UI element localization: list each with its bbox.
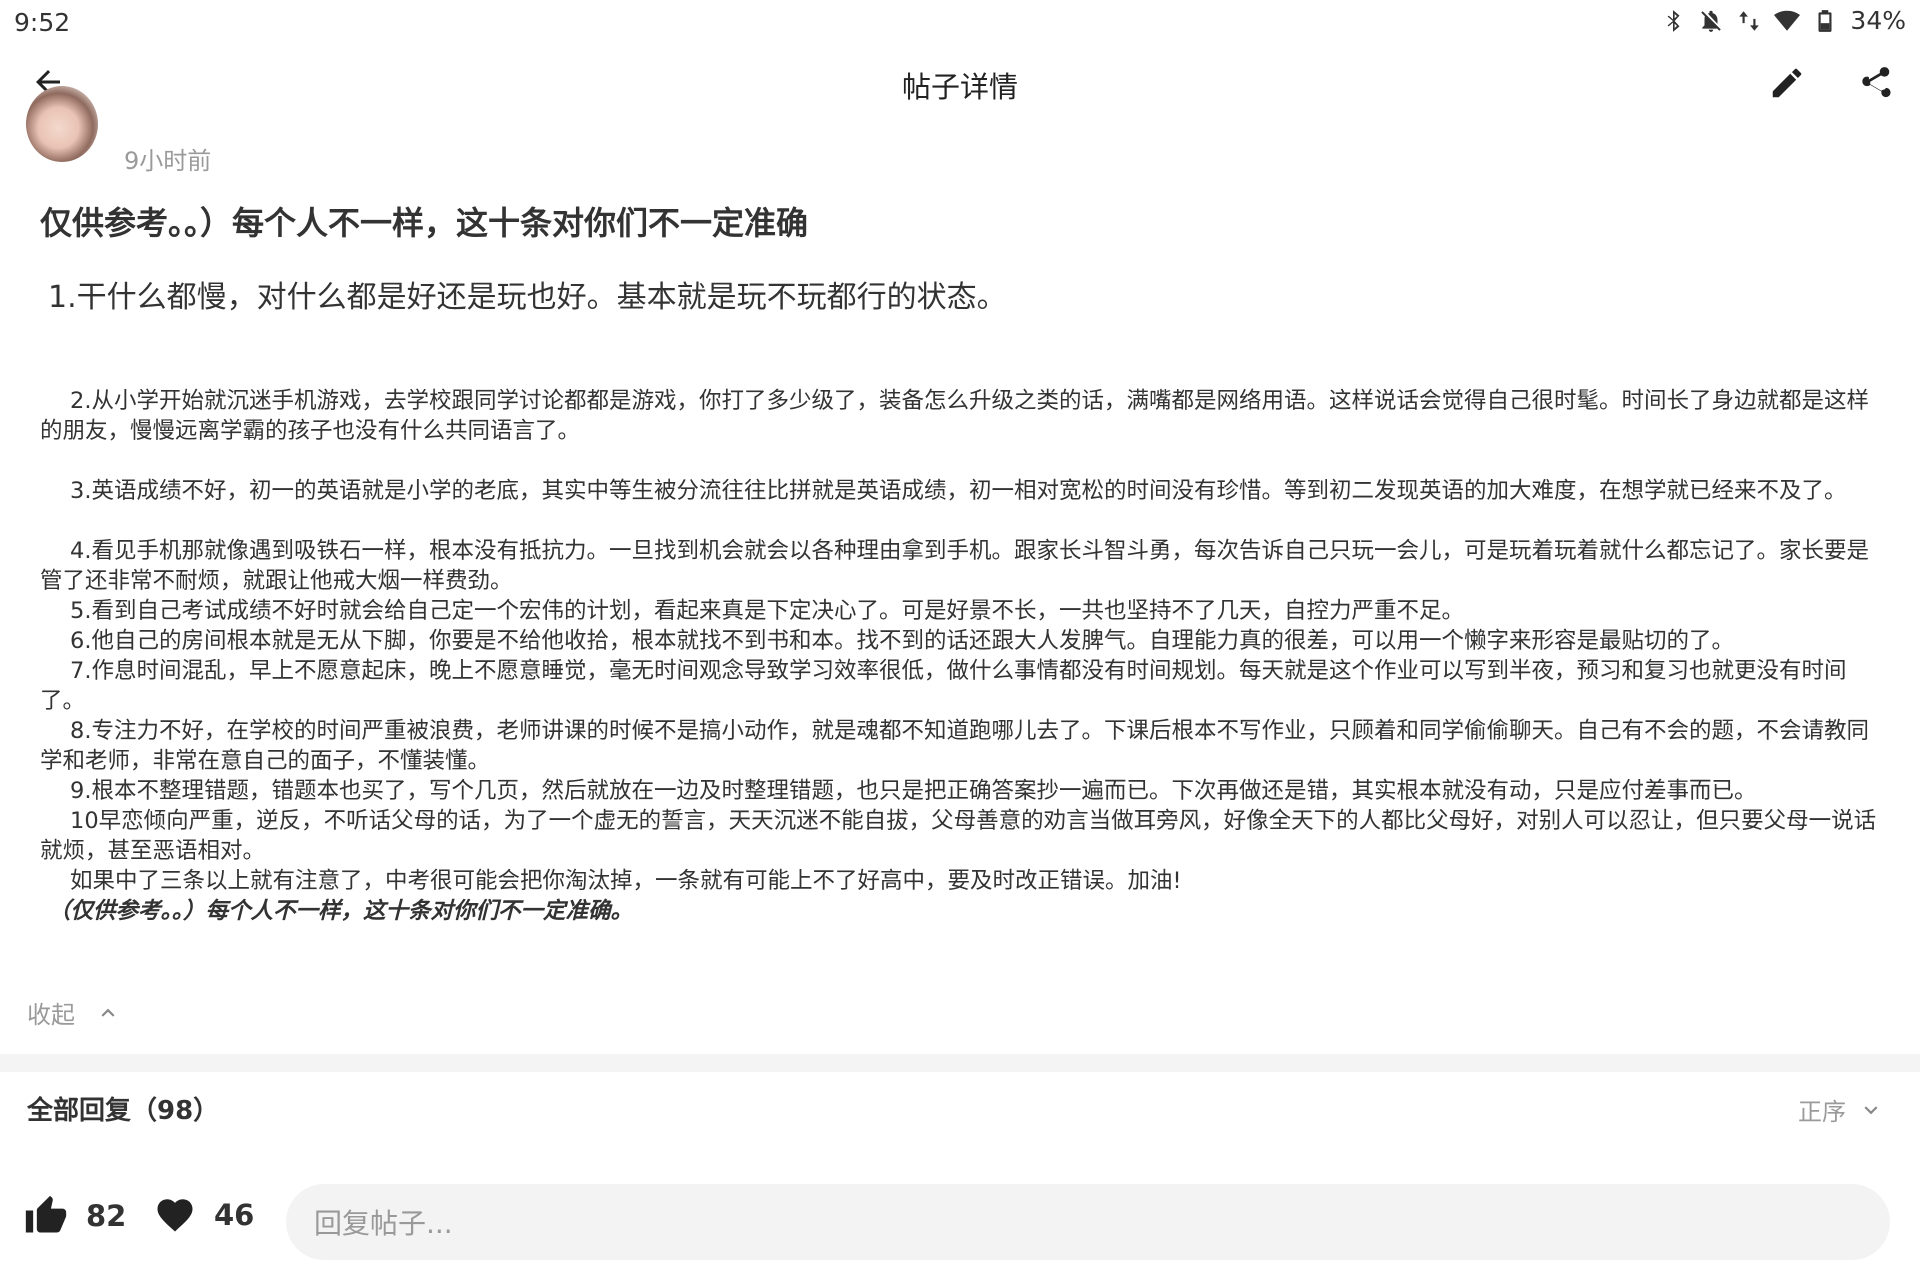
share-button[interactable] xyxy=(1852,60,1898,106)
pencil-icon xyxy=(1772,68,1802,98)
like-count: 82 xyxy=(86,1199,127,1233)
post-closing: （仅供参考。。）每个人不一样，这十条对你们不一定准确。 xyxy=(48,898,634,924)
status-bar: 9:52 34% xyxy=(0,0,1920,44)
chevron-down-icon xyxy=(1864,1105,1878,1114)
post-content: 仅供参考。。）每个人不一样，这十条对你们不一定准确 1.干什么都慢，对什么都是好… xyxy=(40,200,1890,926)
favorite-count: 46 xyxy=(214,1198,255,1232)
post-paragraph: 5.看到自己考试成绩不好时就会给自己定一个宏伟的计划，看起来真是下定决心了。可是… xyxy=(70,598,1464,624)
avatar[interactable] xyxy=(26,86,98,162)
post-time: 9小时前 xyxy=(124,147,212,175)
like-button[interactable]: 82 xyxy=(24,1194,126,1238)
status-time: 9:52 xyxy=(14,8,71,37)
post-paragraph: 3.英语成绩不好，初一的英语就是小学的老底，其实中等生被分流往往比拼就是英语成绩… xyxy=(70,478,1847,504)
post-paragraph: 6.他自己的房间根本就是无从下脚，你要是不给他收拾，根本就找不到书和本。找不到的… xyxy=(70,628,1734,654)
post-paragraph: 8.专注力不好，在学校的时间严重被浪费，老师讲课的时候不是搞小动作，就是魂都不知… xyxy=(40,718,1869,774)
post-paragraph: 如果中了三条以上就有注意了，中考很可能会把你淘汰掉，一条就有可能上不了好高中，要… xyxy=(70,868,1182,894)
post-paragraph: 2.从小学开始就沉迷手机游戏，去学校跟同学讨论都都是游戏，你打了多少级了，装备怎… xyxy=(40,388,1869,444)
post-paragraph: 7.作息时间混乱，早上不愿意起床，晚上不愿意睡觉，毫无时间观念导致学习效率很低，… xyxy=(40,658,1847,714)
reply-input[interactable]: 回复帖子... xyxy=(286,1184,1890,1260)
page-title: 帖子详情 xyxy=(901,70,1018,104)
data-arrows-icon xyxy=(1739,10,1760,31)
favorite-button[interactable]: 46 xyxy=(154,1194,254,1236)
collapse-label: 收起 xyxy=(27,1001,75,1029)
wifi-icon xyxy=(1774,10,1801,31)
replies-header: 全部回复（98） xyxy=(27,1096,220,1126)
heart-icon xyxy=(157,1199,193,1232)
post-paragraph: 9.根本不整理错题，错题本也买了，写个几页，然后就放在一边及时整理错题，也只是把… xyxy=(70,778,1757,804)
bottom-bar: 82 46 回复帖子... xyxy=(0,1170,1920,1270)
app-bar: 帖子详情 xyxy=(0,44,1920,120)
collapse-button[interactable]: 收起 xyxy=(27,995,121,1030)
status-icons: 34% xyxy=(1660,6,1906,35)
edit-button[interactable] xyxy=(1764,60,1810,106)
bluetooth-icon xyxy=(1668,9,1680,32)
sort-label: 正序 xyxy=(1798,1098,1846,1126)
share-icon xyxy=(1862,67,1891,98)
thumbs-up-icon xyxy=(25,1195,67,1233)
post-paragraph: 10早恋倾向严重，逆反，不听话父母的话，为了一个虚无的誓言，天天沉迷不能自拔，父… xyxy=(40,808,1877,864)
section-divider xyxy=(0,1054,1920,1072)
chevron-up-icon xyxy=(101,1008,115,1017)
battery-percent: 34% xyxy=(1850,6,1906,35)
bell-off-icon xyxy=(1701,10,1722,32)
post-paragraph: 4.看见手机那就像遇到吸铁石一样，根本没有抵抗力。一旦找到机会就会以各种理由拿到… xyxy=(40,538,1869,594)
post-lead: 1.干什么都慢，对什么都是好还是玩也好。基本就是玩不玩都行的状态。 xyxy=(48,280,1007,315)
post-title: 仅供参考。。）每个人不一样，这十条对你们不一定准确 xyxy=(40,204,809,242)
sort-dropdown[interactable]: 正序 xyxy=(1798,1092,1884,1127)
reply-placeholder: 回复帖子... xyxy=(314,1207,453,1240)
battery-icon xyxy=(1818,9,1832,32)
